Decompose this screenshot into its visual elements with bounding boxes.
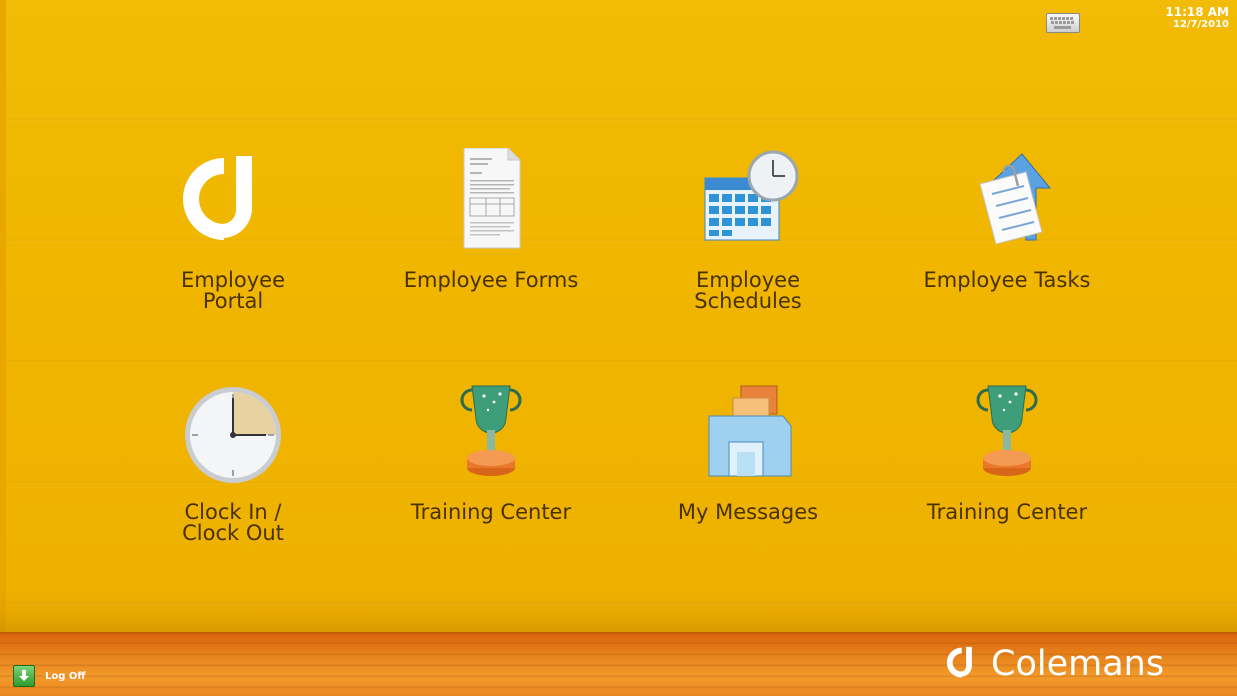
tile-label: Employee Tasks: [923, 268, 1091, 292]
time-text: 11:18 AM: [1165, 5, 1229, 19]
clock-display: 11:18 AM 12/7/2010: [1165, 6, 1229, 31]
tile-my-messages[interactable]: My Messages: [653, 380, 843, 523]
log-off-label: Log Off: [45, 670, 86, 682]
log-off-button[interactable]: Log Off: [13, 665, 85, 687]
download-arrow-icon: [13, 665, 35, 687]
trophy-icon: [436, 380, 546, 490]
date-text: 12/7/2010: [1172, 19, 1229, 30]
tile-label: Training Center: [926, 500, 1088, 524]
tile-label: Clock In / Clock Out: [182, 500, 284, 545]
tile-training-center-2[interactable]: Training Center: [912, 380, 1102, 523]
trophy-icon: [952, 380, 1062, 490]
colemans-brand: Colemans: [945, 642, 1164, 686]
task-list-icon: [952, 148, 1062, 258]
tile-clock-in-out[interactable]: Clock In / Clock Out: [138, 380, 328, 544]
tile-employee-forms[interactable]: Employee Forms: [396, 147, 586, 292]
tile-label: Employee Schedules: [694, 268, 802, 313]
document-icon: [436, 147, 546, 258]
tile-label: Training Center: [410, 500, 572, 524]
tile-label: My Messages: [677, 500, 819, 524]
brand-name: Colemans: [991, 644, 1165, 684]
tile-label: Employee Portal: [180, 268, 285, 313]
tile-employee-tasks[interactable]: Employee Tasks: [912, 148, 1102, 291]
colemans-logo-icon: [946, 646, 972, 678]
baseboard: [0, 588, 1237, 632]
calendar-clock-icon: [693, 148, 803, 258]
keyboard-icon[interactable]: [1046, 13, 1080, 33]
tile-employee-portal[interactable]: Employee Portal: [138, 148, 328, 312]
tile-employee-schedules[interactable]: Employee Schedules: [653, 148, 843, 312]
clock-icon: [178, 380, 288, 490]
colemans-logo-icon: [178, 148, 288, 258]
tile-label: Employee Forms: [403, 268, 579, 292]
mailbox-icon: [693, 380, 803, 490]
tile-training-center-1[interactable]: Training Center: [396, 380, 586, 523]
